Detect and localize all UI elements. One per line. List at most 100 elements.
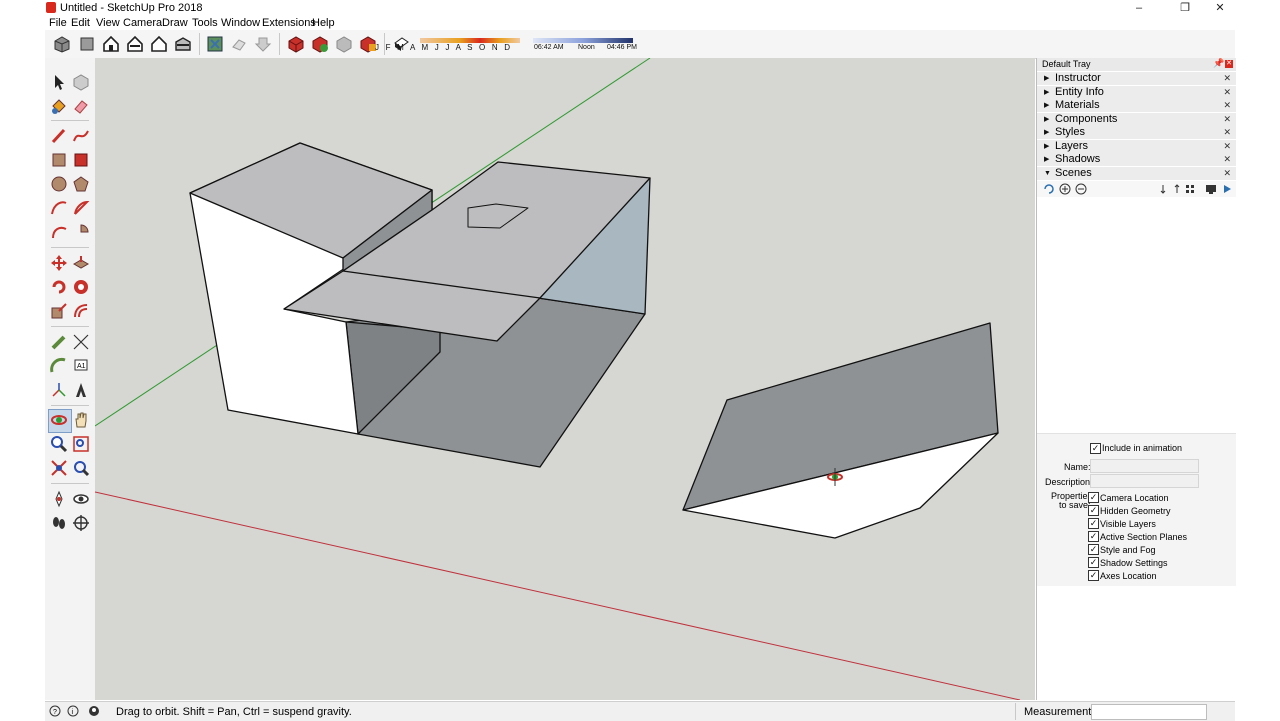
update-scene-icon[interactable] (1043, 183, 1055, 195)
eraser-icon[interactable] (72, 97, 90, 115)
scene-description-input[interactable] (1090, 474, 1199, 488)
move-scene-down-icon[interactable] (1158, 183, 1168, 195)
visible-layers-checkbox[interactable]: ✓ (1088, 518, 1099, 529)
protractor-icon[interactable] (50, 357, 68, 375)
line-icon[interactable] (50, 127, 68, 145)
pentagon-slab[interactable] (682, 322, 999, 539)
panel-styles[interactable]: ▶ Styles ✕ (1037, 126, 1236, 140)
share-model-icon[interactable] (311, 35, 329, 53)
three-point-arc-icon[interactable] (50, 223, 68, 241)
offset-icon[interactable] (72, 302, 90, 320)
hidden-geometry-checkbox[interactable]: ✓ (1088, 505, 1099, 516)
back-view-icon[interactable] (150, 35, 168, 53)
sign-in-icon[interactable] (88, 705, 100, 717)
modeling-viewport[interactable] (95, 58, 1035, 700)
panel-components[interactable]: ▶ Components ✕ (1037, 113, 1236, 127)
paint-bucket-icon[interactable] (50, 97, 68, 115)
close-button[interactable]: ✕ (1205, 0, 1235, 16)
pan-icon[interactable] (72, 411, 90, 429)
zoom-window-icon[interactable] (72, 435, 90, 453)
panel-close-icon[interactable]: ✕ (1223, 153, 1231, 166)
panel-layers[interactable]: ▶ Layers ✕ (1037, 140, 1236, 154)
axes-location-checkbox[interactable]: ✓ (1088, 570, 1099, 581)
orbit-icon[interactable] (50, 411, 68, 429)
tray-close-icon[interactable]: ✕ (1225, 60, 1233, 68)
panel-close-icon[interactable]: ✕ (1223, 126, 1231, 139)
make-component-icon[interactable] (72, 73, 90, 91)
scenes-list[interactable] (1037, 198, 1236, 434)
menu-window[interactable]: Window (221, 16, 260, 30)
camera-location-checkbox[interactable]: ✓ (1088, 492, 1099, 503)
section-plane-icon[interactable] (72, 514, 90, 532)
tape-measure-icon[interactable] (50, 333, 68, 351)
menu-tools[interactable]: Tools (192, 16, 218, 30)
menu-extensions[interactable]: Extensions (262, 16, 316, 30)
panel-close-icon[interactable]: ✕ (1223, 72, 1231, 85)
iso-view-icon[interactable] (53, 35, 71, 53)
geo-location-icon[interactable] (206, 35, 224, 53)
scene-name-input[interactable] (1090, 459, 1199, 473)
credits-icon[interactable]: i (67, 705, 79, 717)
restore-button[interactable]: ❐ (1170, 0, 1200, 16)
photo-textures-icon[interactable] (254, 35, 272, 53)
menu-file[interactable]: File (49, 16, 67, 30)
follow-me-icon[interactable] (72, 278, 90, 296)
two-point-arc-icon[interactable] (72, 199, 90, 217)
menu-edit[interactable]: Edit (71, 16, 90, 30)
panel-instructor[interactable]: ▶ Instructor ✕ (1037, 72, 1236, 86)
previous-view-icon[interactable] (72, 459, 90, 477)
panel-scenes[interactable]: ▼ Scenes ✕ (1037, 167, 1236, 181)
right-view-icon[interactable] (126, 35, 144, 53)
style-and-fog-checkbox[interactable]: ✓ (1088, 544, 1099, 555)
polygon-icon[interactable] (72, 175, 90, 193)
arc-icon[interactable] (50, 199, 68, 217)
panel-close-icon[interactable]: ✕ (1223, 86, 1231, 99)
select-icon[interactable] (50, 73, 68, 91)
menu-draw[interactable]: Draw (162, 16, 188, 30)
panel-entity-info[interactable]: ▶ Entity Info ✕ (1037, 86, 1236, 100)
shadow-settings-checkbox[interactable]: ✓ (1088, 557, 1099, 568)
scale-icon[interactable] (50, 302, 68, 320)
menu-help[interactable]: Help (312, 16, 335, 30)
look-around-icon[interactable] (72, 490, 90, 508)
panel-close-icon[interactable]: ✕ (1223, 140, 1231, 153)
add-scene-icon[interactable] (1059, 183, 1071, 195)
top-view-icon[interactable] (78, 35, 96, 53)
tray-pin-icon[interactable]: 📌 (1213, 58, 1224, 69)
rotated-rectangle-icon[interactable] (72, 151, 90, 169)
active-section-planes-checkbox[interactable]: ✓ (1088, 531, 1099, 542)
model-canvas[interactable] (95, 58, 1035, 700)
3d-text-icon[interactable] (72, 381, 90, 399)
circle-icon[interactable] (50, 175, 68, 193)
menu-camera[interactable]: Camera (123, 16, 162, 30)
move-icon[interactable] (50, 254, 68, 272)
show-details-icon[interactable] (1221, 183, 1233, 195)
add-location-icon[interactable] (230, 35, 248, 53)
geolocation-status-icon[interactable]: ? (49, 705, 61, 717)
front-view-icon[interactable] (102, 35, 120, 53)
dimension-icon[interactable] (72, 333, 90, 351)
include-in-animation-checkbox[interactable]: ✓ (1090, 443, 1101, 454)
panel-close-icon[interactable]: ✕ (1223, 167, 1231, 180)
position-camera-icon[interactable] (50, 490, 68, 508)
left-view-icon[interactable] (174, 35, 192, 53)
minimize-button[interactable]: – (1124, 0, 1154, 16)
freehand-icon[interactable] (72, 127, 90, 145)
walk-icon[interactable] (50, 514, 68, 532)
zoom-extents-icon[interactable] (50, 459, 68, 477)
rectangle-icon[interactable] (50, 151, 68, 169)
3d-warehouse-icon[interactable] (287, 35, 305, 53)
remove-scene-icon[interactable] (1075, 183, 1087, 195)
measurements-box[interactable] (1091, 704, 1207, 720)
show-thumbnails-icon[interactable] (1205, 183, 1217, 195)
menu-view[interactable]: View (96, 16, 120, 30)
axes-icon[interactable] (50, 381, 68, 399)
text-icon[interactable]: A1 (72, 357, 90, 375)
view-options-icon[interactable] (1185, 183, 1197, 195)
push-pull-icon[interactable] (72, 254, 90, 272)
panel-shadows[interactable]: ▶ Shadows ✕ (1037, 153, 1236, 167)
zoom-icon[interactable] (50, 435, 68, 453)
pie-icon[interactable] (72, 223, 90, 241)
extension-warehouse-icon[interactable] (335, 35, 353, 53)
move-scene-up-icon[interactable] (1172, 183, 1182, 195)
